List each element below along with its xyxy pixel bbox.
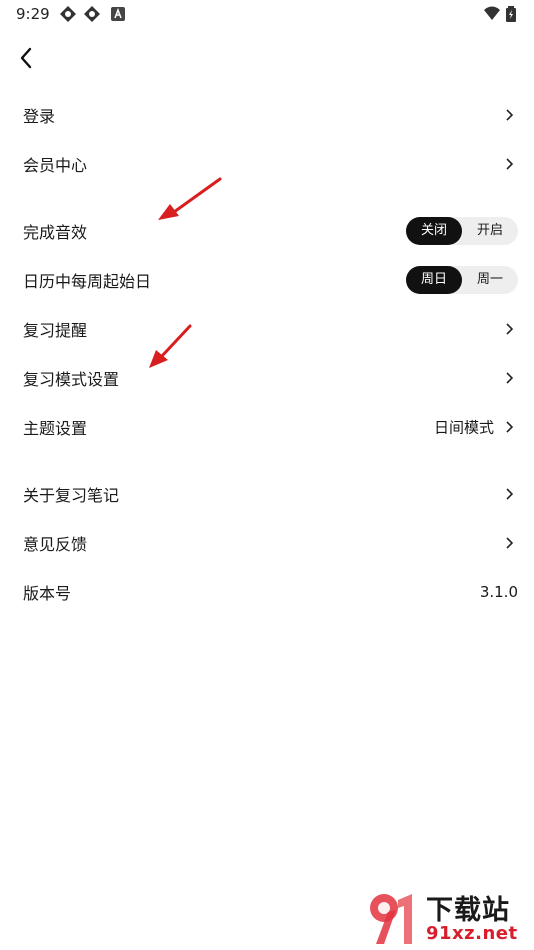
row-label: 主题设置 [23, 418, 88, 438]
row-label: 关于复习笔记 [23, 485, 120, 505]
settings-row-feedback[interactable]: 意见反馈 [0, 518, 534, 567]
chevron-right-icon [506, 322, 514, 335]
toggle-option-sunday[interactable]: 周日 [406, 265, 462, 294]
settings-row-review-mode[interactable]: 复习模式设置 [0, 353, 534, 402]
toggle-option-off[interactable]: 关闭 [406, 216, 462, 245]
settings-row-member-center[interactable]: 会员中心 [0, 139, 534, 188]
settings-row-review-reminder[interactable]: 复习提醒 [0, 304, 534, 353]
row-label: 复习提醒 [23, 320, 88, 340]
chevron-right-icon [506, 371, 514, 384]
chevron-right-icon [506, 420, 514, 433]
settings-row-week-start: 日历中每周起始日 周日 周一 [0, 255, 534, 304]
back-arrow-icon[interactable] [14, 45, 40, 71]
watermark-title: 下载站 [426, 895, 510, 926]
version-value: 3.1.0 [479, 582, 518, 601]
settings-row-about[interactable]: 关于复习笔记 [0, 469, 534, 518]
row-label: 版本号 [23, 583, 72, 603]
row-label: 会员中心 [23, 155, 88, 175]
battery-icon [506, 6, 516, 22]
status-bar: 9:29 [0, 0, 534, 28]
app-notification-icon [60, 6, 76, 22]
theme-value: 日间模式 [433, 418, 494, 436]
watermark-logo-icon [370, 894, 412, 944]
a-notification-icon [111, 7, 125, 21]
chevron-right-icon [506, 157, 514, 170]
row-label: 日历中每周起始日 [23, 271, 152, 291]
settings-row-login[interactable]: 登录 [0, 90, 534, 139]
wifi-icon [484, 6, 500, 20]
chevron-right-icon [506, 536, 514, 549]
settings-row-completion-sound: 完成音效 关闭 开启 [0, 206, 534, 255]
completion-sound-toggle: 关闭 开启 [406, 216, 518, 245]
app-notification-icon [84, 6, 100, 22]
chevron-right-icon [506, 487, 514, 500]
settings-row-theme[interactable]: 主题设置 日间模式 [0, 402, 534, 451]
toggle-option-monday[interactable]: 周一 [462, 266, 518, 294]
row-label: 意见反馈 [23, 534, 88, 554]
watermark: 下载站 91xz.net [360, 888, 530, 948]
week-start-toggle: 周日 周一 [406, 265, 518, 294]
toggle-option-on[interactable]: 开启 [462, 217, 518, 245]
status-time: 9:29 [16, 5, 50, 23]
chevron-right-icon [506, 108, 514, 121]
row-label: 登录 [23, 106, 56, 126]
row-label: 复习模式设置 [23, 369, 120, 389]
row-label: 完成音效 [23, 222, 88, 242]
watermark-url: 91xz.net [426, 923, 518, 944]
settings-row-version: 版本号 3.1.0 [0, 567, 534, 616]
